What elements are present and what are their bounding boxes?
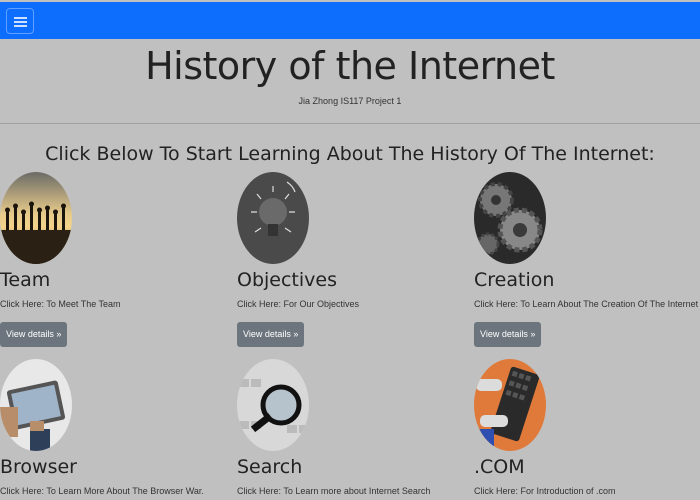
card-title: .COM <box>474 456 525 478</box>
card-description: Click Here: For Our Objectives <box>237 299 360 309</box>
view-details-button[interactable]: View details » <box>0 322 68 347</box>
card-description: Click Here: To Learn More About The Brow… <box>0 486 204 496</box>
page-title: History of the Internet <box>145 44 555 88</box>
card-description: Click Here: To Meet The Team <box>0 299 121 309</box>
card-title: Creation <box>474 269 555 291</box>
card-description: Click Here: For Introduction of .com <box>474 486 616 496</box>
lightbulb-photo <box>237 172 309 264</box>
view-details-button[interactable]: View details » <box>474 322 542 347</box>
card-title: Team <box>0 269 51 291</box>
card-dotcom: .COM Click Here: For Introduction of .co… <box>474 359 700 497</box>
magnifier-keyboard-photo <box>237 359 309 451</box>
card-creation: Creation Click Here: To Learn About The … <box>474 172 700 347</box>
card-objectives: Objectives Click Here: For Our Objective… <box>237 172 467 347</box>
card-search: Search Click Here: To Learn more about I… <box>237 359 467 497</box>
team-photo <box>0 172 72 264</box>
top-navbar <box>0 2 700 39</box>
hamburger-icon-line <box>14 25 27 27</box>
page-subtitle: Jia Zhong IS117 Project 1 <box>298 96 402 106</box>
card-title: Browser <box>0 456 77 478</box>
card-description: Click Here: To Learn About The Creation … <box>474 299 699 309</box>
view-details-button[interactable]: View details » <box>237 322 305 347</box>
hamburger-icon-line <box>14 21 27 23</box>
section-heading: Click Below To Start Learning About The … <box>45 143 655 165</box>
card-browser: Browser Click Here: To Learn More About … <box>0 359 230 497</box>
card-description: Click Here: To Learn more about Internet… <box>237 486 431 496</box>
divider <box>0 123 700 124</box>
tablet-photo <box>0 359 72 451</box>
hamburger-icon-line <box>14 17 27 19</box>
card-title: Objectives <box>237 269 337 291</box>
gears-photo <box>474 172 546 264</box>
card-title: Search <box>237 456 303 478</box>
hamburger-menu-button[interactable] <box>6 8 34 34</box>
hands-keyboard-photo <box>474 359 546 451</box>
card-team: Team Click Here: To Meet The Team View d… <box>0 172 230 347</box>
